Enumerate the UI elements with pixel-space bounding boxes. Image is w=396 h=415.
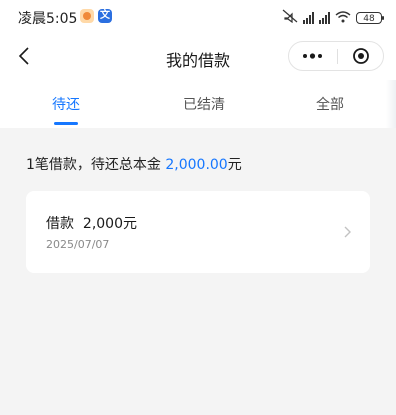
tab-bar: 待还 已结清 全部 (0, 80, 396, 128)
wifi-icon (335, 8, 351, 27)
tab-pending[interactable]: 待还 (26, 94, 106, 114)
loan-title: 借款 2,000元 (46, 213, 137, 233)
summary-prefix: 1笔借款，待还总本金 (26, 157, 166, 173)
target-icon (353, 48, 369, 64)
summary-suffix: 元 (227, 157, 242, 173)
notification-app-icon (80, 9, 94, 23)
loan-card[interactable]: 借款 2,000元 2025/07/07 (26, 191, 370, 273)
loan-label: 借款 (46, 216, 74, 232)
battery-icon: 48 (356, 11, 384, 24)
loan-summary: 1笔借款，待还总本金 2,000.00元 (26, 154, 242, 174)
loan-date: 2025/07/07 (46, 238, 110, 251)
close-button[interactable] (339, 42, 383, 70)
mini-program-capsule (288, 41, 384, 71)
signal-icon-2 (319, 11, 330, 24)
status-time: 凌晨5:05 (18, 11, 78, 27)
loan-amount: 2,000元 (82, 216, 137, 232)
mute-icon (282, 9, 298, 27)
ellipsis-icon (303, 53, 322, 59)
status-indicators: 48 (282, 8, 384, 27)
summary-amount: 2,000.00 (165, 157, 228, 173)
notification-badge-icon: 文 (98, 9, 112, 23)
capsule-divider (337, 49, 338, 64)
tab-settled[interactable]: 已结清 (164, 94, 244, 114)
loan-screen: 凌晨5:05 文 48 我的借款 待还 已结清 全部 1笔借款，待还总本金 2,… (0, 0, 396, 415)
tab-active-indicator (54, 122, 78, 125)
status-bar: 凌晨5:05 文 48 (0, 0, 396, 34)
navigation-bar: 我的借款 (0, 34, 396, 80)
tab-scroll-fade (386, 80, 396, 128)
signal-icon (303, 11, 314, 24)
more-button[interactable] (289, 42, 336, 70)
chevron-right-icon (342, 224, 352, 238)
tab-all[interactable]: 全部 (290, 94, 370, 114)
